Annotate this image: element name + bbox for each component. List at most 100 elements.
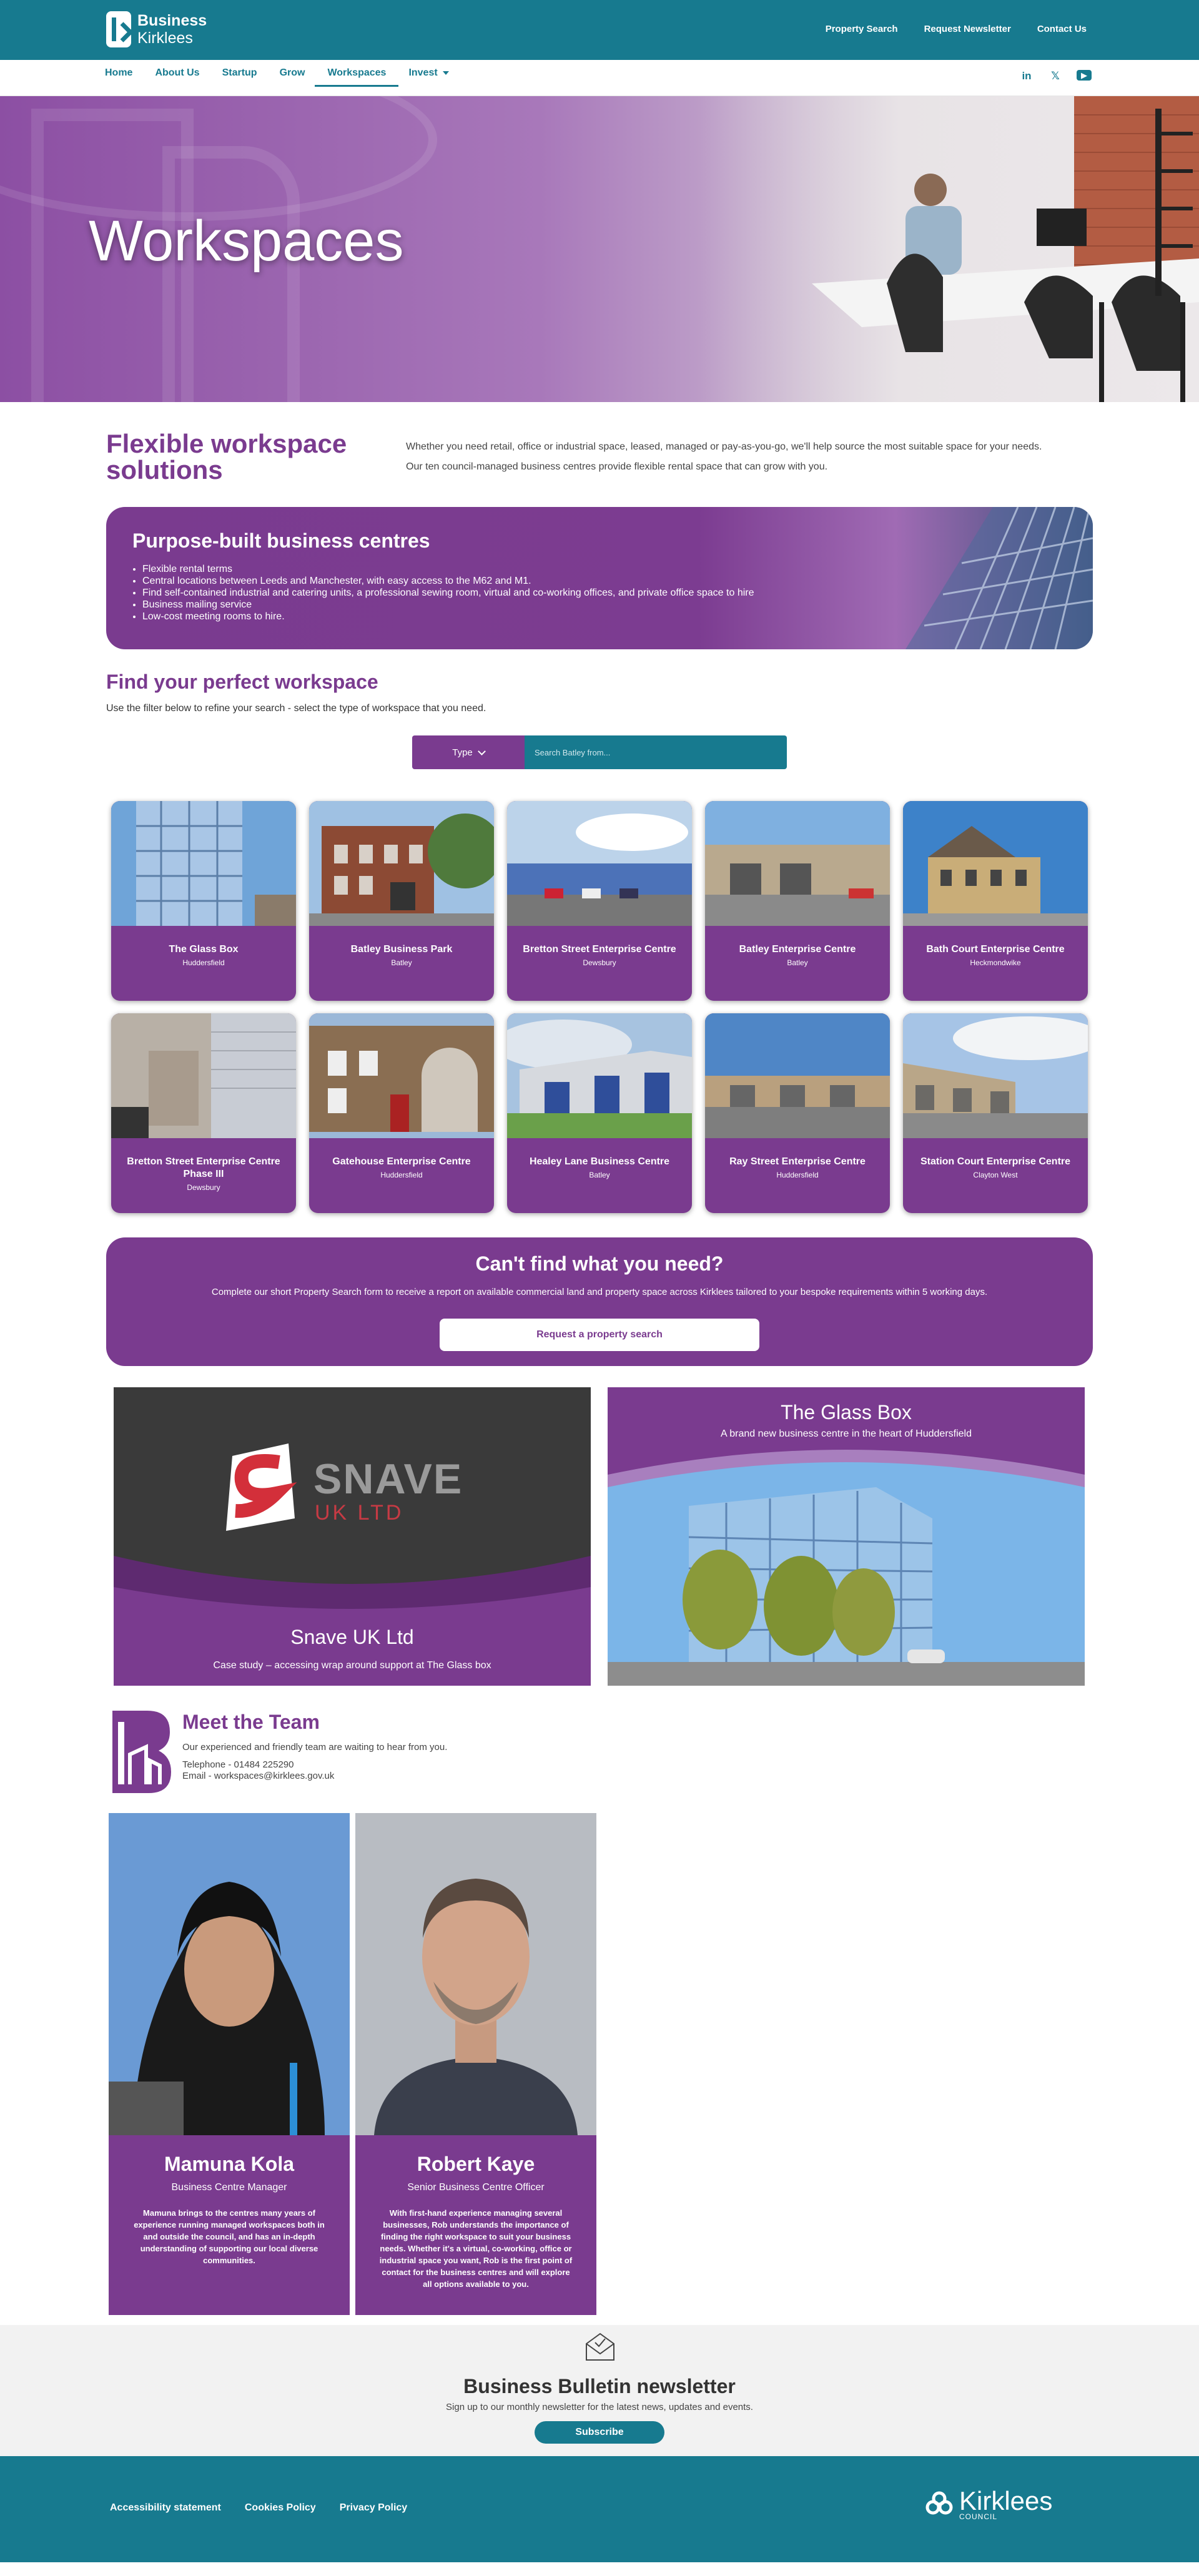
- team-member-bio: Mamuna brings to the centres many years …: [134, 2208, 325, 2265]
- workspace-card[interactable]: Bath Court Enterprise Centre Heckmondwike: [903, 801, 1088, 1001]
- team-member-role: Senior Business Centre Officer: [407, 2182, 545, 2193]
- newsletter-title: Business Bulletin newsletter: [463, 2375, 736, 2397]
- promo-subtitle: Case study – accessing wrap around suppo…: [213, 1660, 491, 1671]
- find-text: Use the filter below to refine your sear…: [106, 703, 486, 714]
- nav-startup[interactable]: Startup: [222, 67, 257, 87]
- team-member-bio: With first-hand experience managing seve…: [379, 2208, 573, 2289]
- youtube-icon[interactable]: ▶: [1077, 70, 1092, 81]
- kirklees-council-logo[interactable]: Kirklees COUNCIL: [924, 2486, 1053, 2521]
- logo-k-icon: [106, 11, 131, 47]
- team-email[interactable]: Email - workspaces@kirklees.gov.uk: [182, 1771, 447, 1782]
- type-label: Type: [452, 747, 473, 758]
- workspace-card[interactable]: Bretton Street Enterprise Centre Dewsbury: [507, 801, 692, 1001]
- main-nav: Home About Us Startup Grow Workspaces In…: [0, 60, 1199, 96]
- workspace-card[interactable]: Bretton Street Enterprise Centre Phase I…: [111, 1013, 296, 1213]
- kirklees-wordmark: Kirklees: [959, 2486, 1053, 2515]
- x-twitter-icon[interactable]: 𝕏: [1048, 70, 1063, 82]
- workspace-location: Heckmondwike: [970, 958, 1021, 967]
- request-property-search-button[interactable]: Request a property search: [440, 1319, 759, 1351]
- workspace-grid: The Glass Box Huddersfield Batley Busines…: [111, 801, 1088, 1213]
- nav-workspaces[interactable]: Workspaces: [315, 67, 399, 87]
- purpose-bullet: Business mailing service: [142, 599, 754, 611]
- office-photo: [699, 96, 1199, 402]
- workspace-photo: [309, 801, 494, 926]
- workspace-name: The Glass Box: [169, 944, 239, 955]
- purpose-bullet: Low-cost meeting rooms to hire.: [142, 611, 754, 622]
- workspace-name: Ray Street Enterprise Centre: [729, 1156, 866, 1167]
- workspace-card[interactable]: Gatehouse Enterprise Centre Huddersfield: [309, 1013, 494, 1213]
- accessibility-statement-link[interactable]: Accessibility statement: [110, 2502, 221, 2514]
- logo-line-2: Kirklees: [137, 29, 193, 47]
- cant-find-panel: Can't find what you need? Complete our s…: [106, 1237, 1093, 1366]
- purpose-bullet: Flexible rental terms: [142, 563, 754, 575]
- snave-case-study-card[interactable]: SNAVE UK LTD Snave UK Ltd Case study – a…: [114, 1387, 591, 1686]
- contact-us-link[interactable]: Contact Us: [1037, 24, 1087, 34]
- cant-find-text: Complete our short Property Search form …: [211, 1287, 988, 1297]
- workspace-photo: [111, 1013, 296, 1138]
- newsletter-text: Sign up to our monthly newsletter for th…: [446, 2402, 753, 2412]
- footer: Accessibility statement Cookies Policy P…: [0, 2456, 1199, 2562]
- workspace-location: Huddersfield: [380, 1171, 423, 1179]
- workspace-location: Huddersfield: [182, 958, 225, 967]
- hero-decor-shape: [0, 96, 437, 221]
- subscribe-button[interactable]: Subscribe: [535, 2421, 664, 2444]
- purpose-list: Flexible rental terms Central locations …: [142, 563, 754, 622]
- workspace-card[interactable]: Batley Business Park Batley: [309, 801, 494, 1001]
- find-title: Find your perfect workspace: [106, 671, 378, 693]
- nav-home[interactable]: Home: [105, 67, 132, 87]
- property-search-link[interactable]: Property Search: [826, 24, 898, 34]
- workspace-name: Bretton Street Enterprise Centre Phase I…: [127, 1156, 280, 1179]
- social-links: in 𝕏 ▶: [1019, 70, 1092, 82]
- business-kirklees-logo[interactable]: Business Kirklees: [106, 11, 207, 47]
- snave-s-logo-icon: [226, 1443, 297, 1531]
- workspace-location: Clayton West: [973, 1171, 1018, 1179]
- team-telephone[interactable]: Telephone - 01484 225290: [182, 1759, 447, 1771]
- purpose-bullet: Central locations between Leeds and Manc…: [142, 575, 754, 587]
- chevron-down-icon: [477, 747, 486, 755]
- intro-text: Whether you need retail, office or indus…: [406, 437, 1093, 477]
- team-contact: Our experienced and friendly team are wa…: [182, 1742, 447, 1782]
- nav-invest[interactable]: Invest: [408, 67, 449, 87]
- workspace-card[interactable]: Healey Lane Business Centre Batley: [507, 1013, 692, 1213]
- workspace-location: Batley: [391, 958, 412, 967]
- glass-box-card[interactable]: The Glass Box A brand new business centr…: [608, 1387, 1085, 1686]
- workspace-location: Huddersfield: [776, 1171, 819, 1179]
- footer-links: Accessibility statement Cookies Policy P…: [110, 2502, 407, 2514]
- request-newsletter-link[interactable]: Request Newsletter: [924, 24, 1011, 34]
- kirklees-flower-icon: [925, 2491, 953, 2515]
- decor-wave: [114, 1556, 591, 1618]
- team-b-logo-icon: [112, 1711, 171, 1793]
- purpose-title: Purpose-built business centres: [132, 529, 430, 552]
- workspace-card[interactable]: Batley Enterprise Centre Batley: [705, 801, 890, 1001]
- nav-grow[interactable]: Grow: [280, 67, 305, 87]
- workspace-card[interactable]: Station Court Enterprise Centre Clayton W…: [903, 1013, 1088, 1213]
- cant-find-title: Can't find what you need?: [475, 1252, 724, 1275]
- intro-title: Flexible workspace solutions: [106, 429, 347, 484]
- team-member-photo: [109, 1813, 350, 2135]
- workspace-photo: [507, 801, 692, 926]
- team-title: Meet the Team: [182, 1711, 320, 1733]
- logo-line-1: Business: [137, 12, 207, 29]
- workspace-filter: Type: [412, 735, 787, 769]
- nav-about-us[interactable]: About Us: [155, 67, 199, 87]
- envelope-check-icon: [586, 2333, 614, 2361]
- workspace-card[interactable]: The Glass Box Huddersfield: [111, 801, 296, 1001]
- promo-title: Snave UK Ltd: [290, 1626, 414, 1648]
- type-dropdown[interactable]: Type: [412, 735, 525, 769]
- team-member-card: Robert Kaye Senior Business Centre Offic…: [355, 1813, 596, 2315]
- team-member-name: Mamuna Kola: [164, 2153, 295, 2175]
- workspace-name: Batley Business Park: [350, 944, 453, 955]
- workspace-card[interactable]: Ray Street Enterprise Centre Huddersfield: [705, 1013, 890, 1213]
- workspace-name: Healey Lane Business Centre: [529, 1156, 670, 1167]
- intro-paragraph-2: Our ten council-managed business centres…: [406, 461, 828, 472]
- cookies-policy-link[interactable]: Cookies Policy: [245, 2502, 316, 2514]
- glass-box-photo: [608, 1450, 1085, 1686]
- workspace-photo: [903, 1013, 1088, 1138]
- workspace-location: Dewsbury: [583, 958, 616, 967]
- purpose-bullet: Find self-contained industrial and cater…: [142, 587, 754, 599]
- search-input[interactable]: [525, 735, 787, 769]
- workspace-name: Bath Court Enterprise Centre: [926, 944, 1065, 955]
- snave-logo-subtext: UK LTD: [315, 1501, 404, 1525]
- linkedin-icon[interactable]: in: [1019, 70, 1034, 82]
- privacy-policy-link[interactable]: Privacy Policy: [340, 2502, 408, 2514]
